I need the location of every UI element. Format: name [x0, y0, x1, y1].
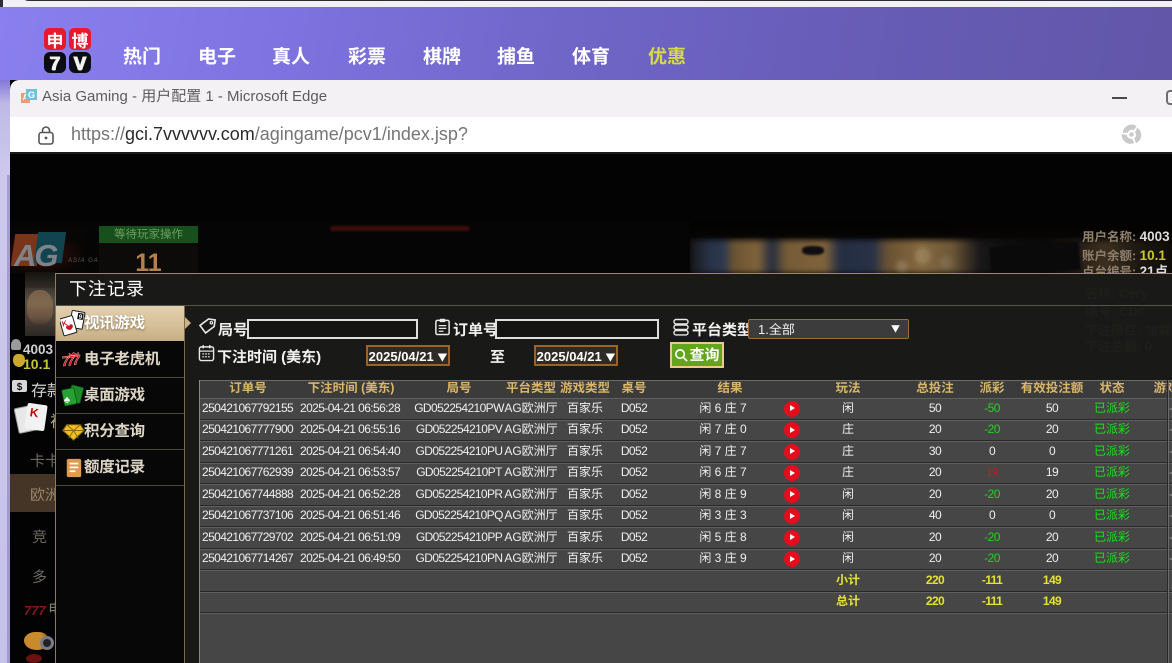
svg-text:♣: ♣	[64, 395, 71, 406]
